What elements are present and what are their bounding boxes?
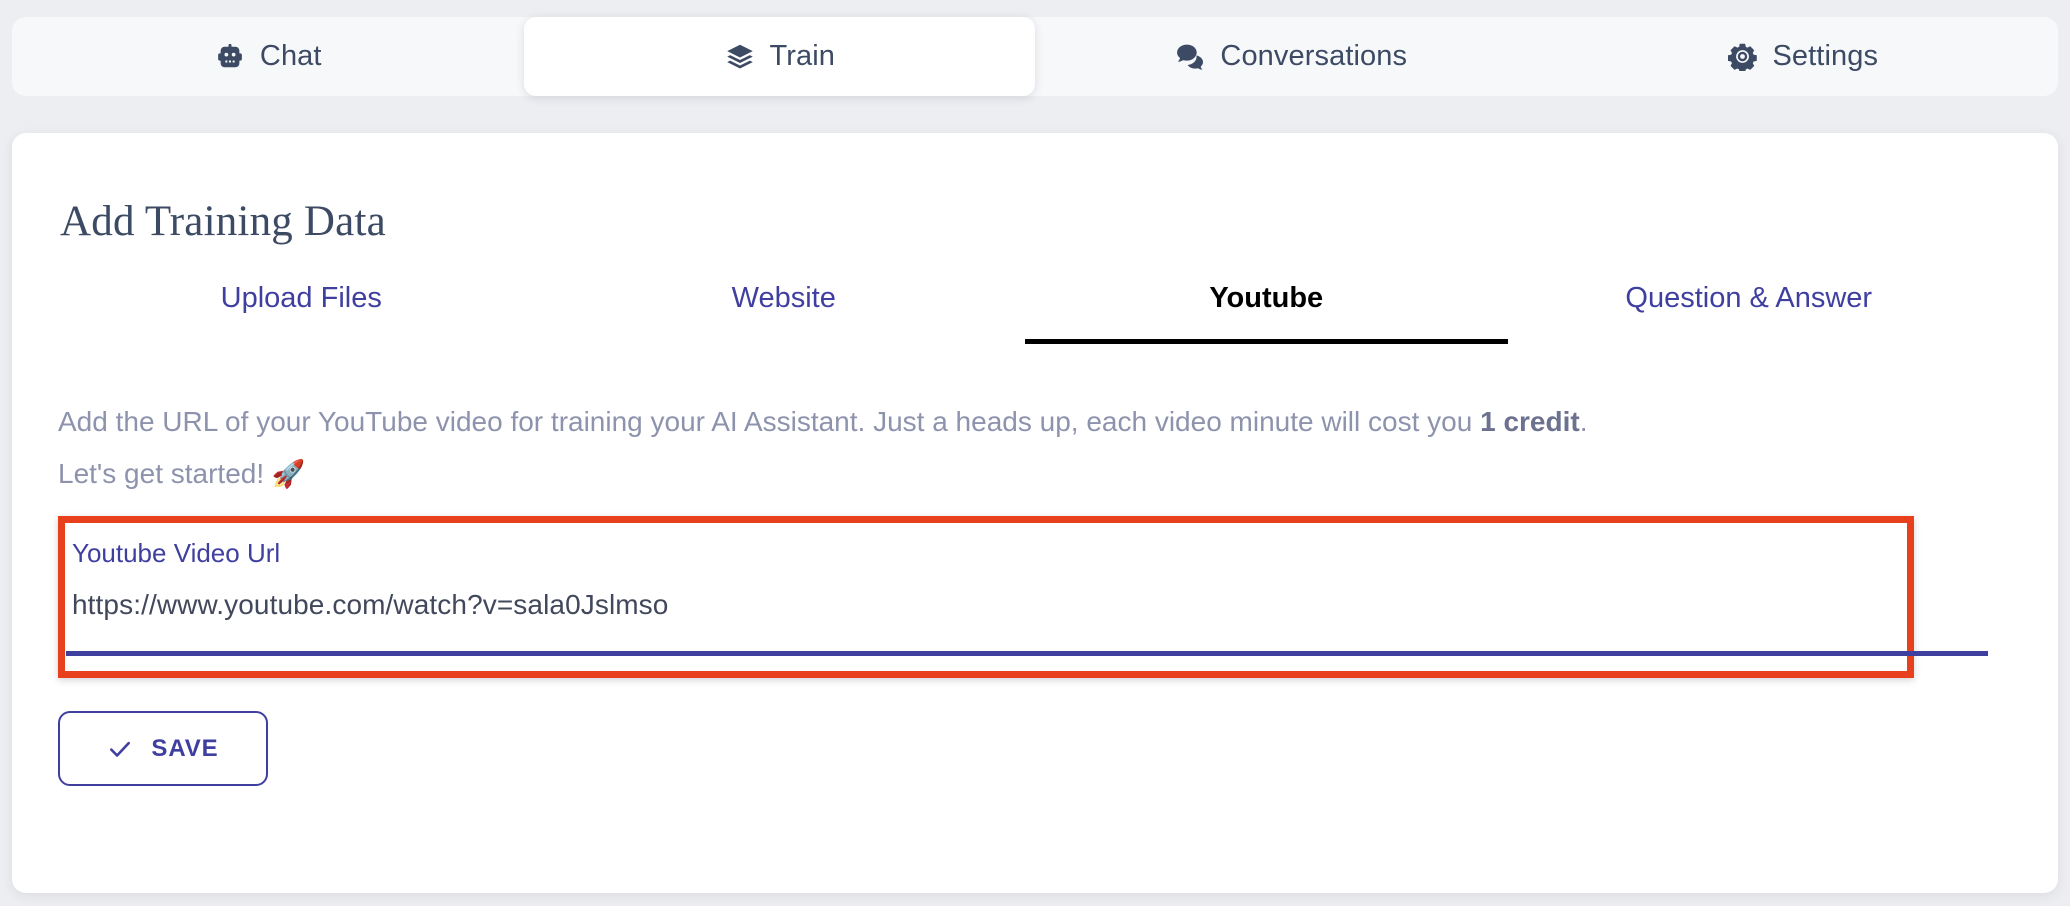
rocket-icon: 🚀 [271,459,306,489]
nav-tab-conversations-label: Conversations [1220,40,1408,72]
youtube-url-label: Youtube Video Url [72,538,281,568]
nav-tab-conversations[interactable]: Conversations [1035,17,1547,96]
add-training-data-card [12,133,2058,893]
youtube-url-underline [66,651,1988,656]
description-line1-after: . [1579,406,1588,437]
sub-tab-upload-files[interactable]: Upload Files [60,282,543,339]
sub-tab-question-answer[interactable]: Question & Answer [1508,282,1991,339]
gear-icon [1726,41,1758,73]
check-icon [107,736,133,762]
sub-tab-website-label: Website [731,282,836,314]
save-button-label: SAVE [151,734,219,762]
layers-icon [724,41,756,73]
sub-tab-website[interactable]: Website [543,282,1026,339]
youtube-description-text: Add the URL of your YouTube video for tr… [58,396,1918,500]
nav-tab-chat[interactable]: Chat [12,17,524,96]
description-line2: Let's get started! [58,458,272,489]
description-credit-cost: 1 credit [1480,406,1580,437]
nav-tab-train[interactable]: Train [523,17,1035,96]
sub-tab-upload-files-label: Upload Files [220,282,382,314]
description-line1-before: Add the URL of your YouTube video for tr… [58,406,1481,437]
robot-icon [214,41,246,73]
nav-tab-train-label: Train [769,40,835,72]
training-source-tabs: Upload Files Website Youtube Question & … [60,282,1991,353]
youtube-url-field[interactable]: Youtube Video Url https://www.youtube.co… [66,528,1994,668]
nav-tab-settings[interactable]: Settings [1547,17,2059,96]
page-title: Add Training Data [60,198,386,245]
nav-tab-settings-label: Settings [1772,40,1879,72]
youtube-url-input[interactable]: https://www.youtube.com/watch?v=sala0Jsl… [72,591,668,619]
main-navigation-bar: Chat Train Conversations Settings [12,17,2058,96]
chat-bubbles-icon [1174,41,1206,73]
save-button[interactable]: SAVE [58,711,268,786]
nav-tab-chat-label: Chat [259,40,322,72]
sub-tab-youtube-label: Youtube [1209,282,1324,314]
sub-tab-youtube[interactable]: Youtube [1025,282,1508,344]
sub-tab-question-answer-label: Question & Answer [1625,282,1873,314]
